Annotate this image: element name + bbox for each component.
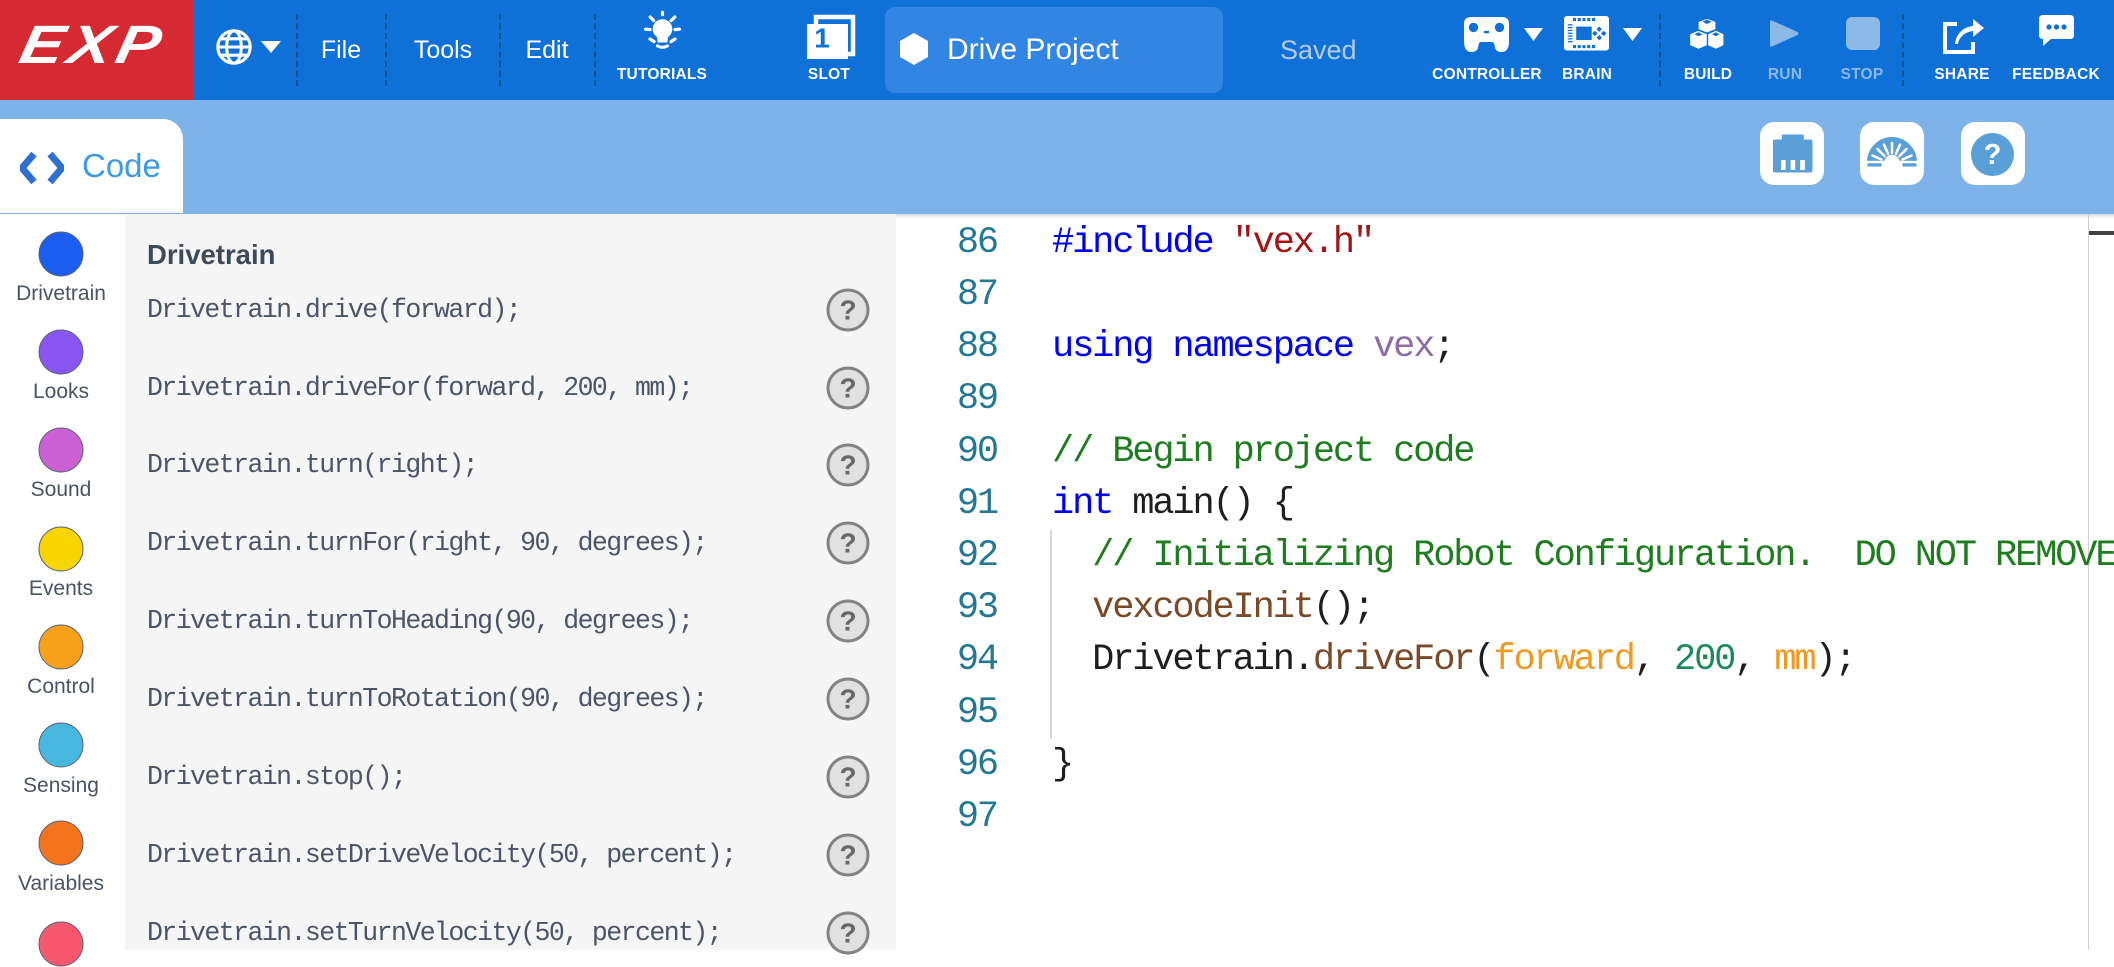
svg-text:?: ? xyxy=(1984,139,2002,171)
svg-text:1: 1 xyxy=(814,23,830,54)
